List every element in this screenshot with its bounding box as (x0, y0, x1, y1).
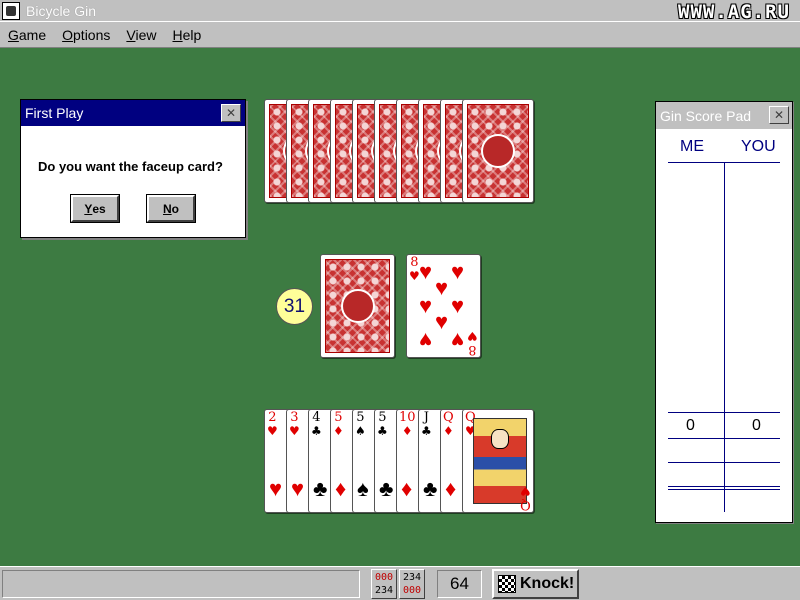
player-card[interactable]: Q♥♥Q♥ (462, 409, 534, 513)
title-bar: Bicycle Gin WWW.AG.RU (0, 0, 800, 23)
card-index: 4 ♣ (311, 410, 322, 438)
window-title: Bicycle Gin (26, 2, 97, 19)
first-play-dialog: First Play ✕ Do you want the faceup card… (20, 99, 246, 238)
yes-button[interactable]: Yes (70, 194, 120, 223)
status-message (2, 570, 360, 598)
suit-pip-icon: ♣ (313, 476, 328, 501)
suit-pip-icon: ♠ (357, 476, 369, 501)
heart-pip-icon: ♥ (419, 293, 433, 318)
close-icon: ✕ (225, 106, 237, 120)
card-index: 5 ♠ (355, 410, 366, 438)
sort-by-rank-button[interactable]: 000 234 (371, 569, 397, 599)
opponent-card (462, 99, 534, 203)
watermark-text: WWW.AG.RU (678, 1, 790, 23)
app-icon[interactable] (2, 1, 20, 20)
pad-column-divider (724, 162, 725, 512)
stock-count-badge: 31 (276, 288, 313, 325)
stock-pile[interactable] (320, 254, 395, 358)
score-column-you: YOU (741, 138, 776, 155)
menu-view[interactable]: View (118, 27, 164, 43)
dialog-close-button[interactable]: ✕ (221, 104, 241, 122)
heart-pip-icon: ♥ (451, 259, 465, 284)
pad-total-rule (668, 486, 780, 487)
menu-bar: Game Options View Help (0, 22, 800, 48)
card-index: 2 ♥ (267, 410, 278, 438)
heart-pip-icon: ♥ (435, 275, 449, 300)
card-index: Q ♦ (443, 410, 454, 438)
suit-pip-icon: ♦ (335, 476, 347, 501)
suit-pip-icon: ♣ (423, 476, 438, 501)
suit-pip-icon: ♥ (269, 476, 283, 501)
score-pad-title-bar: Gin Score Pad ✕ (656, 102, 792, 129)
card-index-bottom: Q ♥ (520, 484, 531, 512)
score-you: 0 (752, 417, 761, 434)
card-index: 3 ♥ (289, 410, 300, 438)
score-column-me: ME (680, 138, 704, 155)
score-me: 0 (686, 417, 695, 434)
card-index: 10 ♦ (399, 410, 416, 438)
score-pad-close-button[interactable]: ✕ (769, 106, 789, 124)
heart-pip-icon: ♥ (435, 309, 449, 334)
pad-total-rule (668, 462, 780, 463)
heart-pip-icon: ♥ (419, 259, 433, 284)
discard-pile-card[interactable]: 8 ♥ ♥ ♥ ♥ ♥ ♥ ♥ ♥ ♥ 8 ♥ (406, 254, 481, 358)
menu-help[interactable]: Help (164, 27, 209, 43)
suit-pip-icon: ♦ (445, 476, 457, 501)
dialog-title: First Play (25, 105, 84, 121)
close-icon: ✕ (773, 108, 785, 122)
suit-pip-icon: ♣ (379, 476, 394, 501)
suit-pip-icon: ♦ (401, 476, 413, 501)
suit-pip-icon: ♥ (291, 476, 305, 501)
heart-pip-icon: ♥ (419, 328, 433, 353)
menu-game[interactable]: Game (0, 27, 54, 43)
dialog-question: Do you want the faceup card? (38, 159, 223, 174)
deadwood-points: 64 (437, 570, 482, 598)
pad-total-rule (668, 489, 780, 490)
pad-total-rule (668, 412, 780, 413)
sort-by-suit-button[interactable]: 234 000 (399, 569, 425, 599)
card-index: J ♣ (421, 410, 432, 438)
card-index: 5 ♦ (333, 410, 344, 438)
heart-pip-icon: ♥ (451, 328, 465, 353)
no-button[interactable]: No (146, 194, 196, 223)
status-bar: 000 234 234 000 64 Knock! (0, 566, 800, 600)
menu-options[interactable]: Options (54, 27, 118, 43)
knock-label: Knock! (520, 575, 575, 592)
score-pad-title: Gin Score Pad (660, 107, 752, 124)
knock-button[interactable]: Knock! (492, 569, 579, 599)
dialog-title-bar: First Play ✕ (21, 100, 245, 126)
checkered-flag-icon (498, 575, 516, 593)
pad-total-rule (668, 438, 780, 439)
queen-face-art (473, 418, 527, 504)
discard-index-bottom: 8 ♥ (467, 329, 478, 357)
score-pad-window: Gin Score Pad ✕ ME YOU 0 0 (655, 101, 793, 523)
heart-pip-icon: ♥ (451, 293, 465, 318)
card-index: 5 ♣ (377, 410, 388, 438)
